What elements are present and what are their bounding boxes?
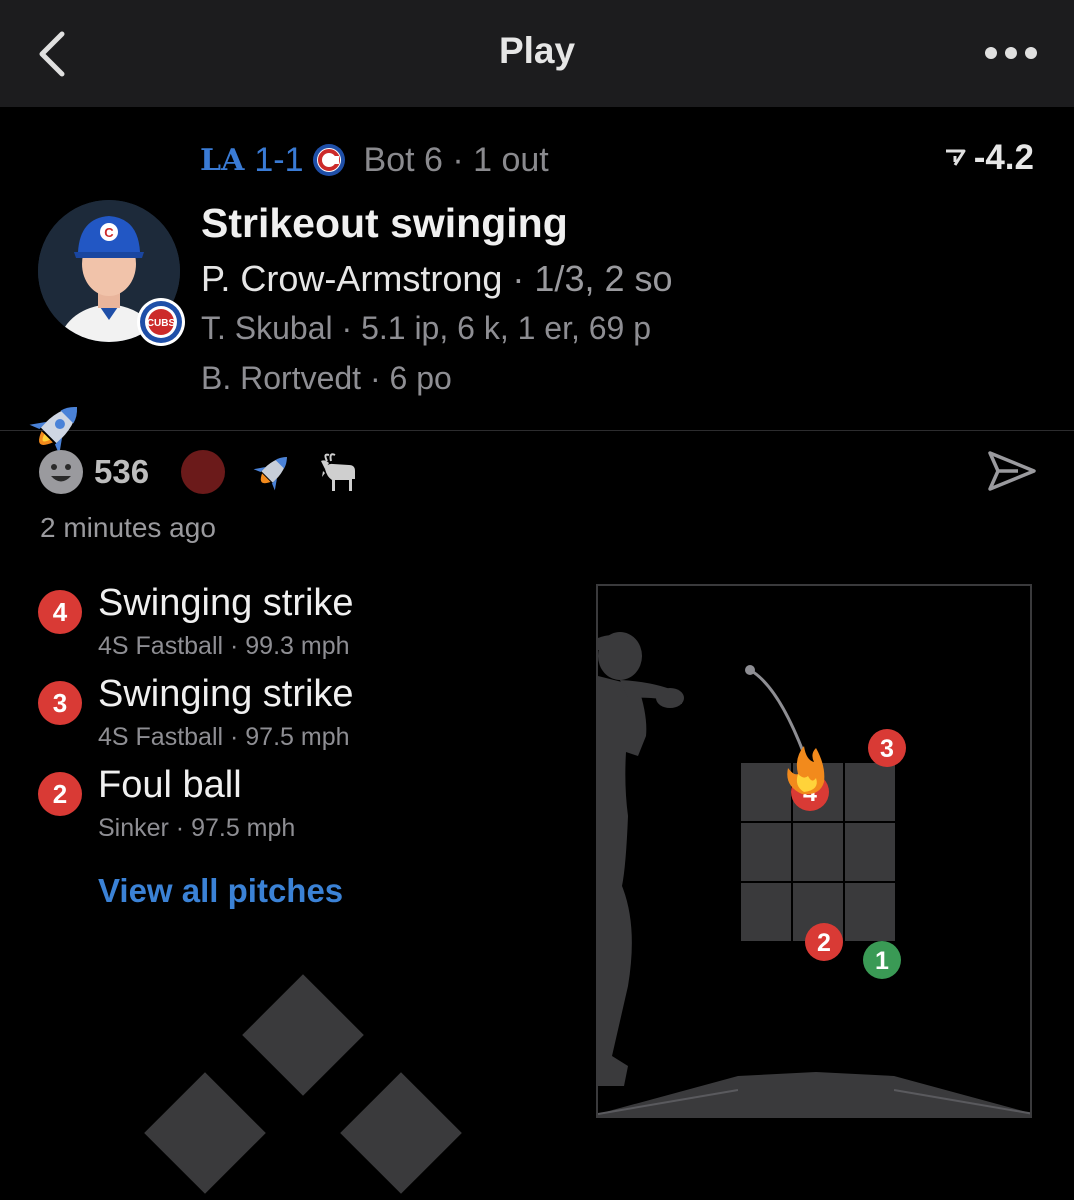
timestamp: 2 minutes ago [40, 512, 216, 543]
smile-icon[interactable] [38, 449, 84, 495]
pitch-detail: 4S Fastball · 97.5 mph [98, 723, 350, 751]
svg-text:CUBS: CUBS [147, 318, 176, 329]
navbar: Play [0, 0, 1074, 107]
zone-pitch-marker[interactable]: 1 [863, 941, 901, 979]
cubs-team-badge: CUBS [137, 298, 185, 346]
strike-zone-panel: 3 4 2 1 [596, 584, 1032, 1118]
page-title: Play [498, 30, 576, 71]
win-probability-delta: -4.2 [944, 138, 1034, 178]
reactions-row: 536 [38, 446, 363, 498]
base-runners-diamond [144, 974, 462, 1194]
game-score: 1-1 [254, 140, 304, 179]
share-icon [988, 451, 1036, 491]
zone-pitch-marker[interactable]: 3 [868, 729, 906, 767]
section-divider [0, 430, 1074, 431]
wpa-arrow-icon [945, 149, 966, 166]
pitch-result: Swinging strike [98, 582, 354, 624]
more-options-button[interactable] [984, 42, 1038, 64]
play-result-title: Strikeout swinging [201, 200, 568, 246]
goat-icon[interactable] [317, 449, 363, 495]
view-all-pitches-link[interactable]: View all pitches [98, 872, 343, 910]
pitch-number-badge: 2 [38, 772, 82, 816]
pitch-number-badge: 3 [38, 681, 82, 725]
batter-silhouette [598, 632, 684, 1086]
batter-name[interactable]: P. Crow-Armstrong [201, 258, 502, 299]
svg-text:1: 1 [875, 947, 889, 975]
svg-text:C: C [104, 225, 114, 240]
pitch-number-badge: 4 [38, 590, 82, 634]
dodgers-logo-icon: LA [200, 142, 245, 178]
pitch-result: Foul ball [98, 764, 242, 806]
pitcher-line[interactable]: T. Skubal · 5.1 ip, 6 k, 1 er, 69 p [201, 310, 651, 347]
rocket-reaction-icon[interactable] [249, 449, 295, 495]
fielder-line[interactable]: B. Rortvedt · 6 po [201, 360, 452, 397]
red-circle-reaction[interactable] [181, 450, 226, 494]
batter-line: P. Crow-Armstrong · 1/3, 2 so [201, 258, 673, 300]
wpa-value: -4.2 [973, 138, 1034, 177]
game-status-row: LA 1-1 Bot 6 · 1 out [200, 138, 549, 182]
pitch-detail: 4S Fastball · 99.3 mph [98, 632, 350, 660]
cubs-logo-icon [312, 144, 345, 176]
svg-text:3: 3 [880, 735, 894, 763]
reaction-count: 536 [94, 453, 150, 490]
third-base [144, 1072, 266, 1194]
pitch-result: Swinging strike [98, 673, 354, 715]
more-dots-icon [985, 47, 1037, 59]
pitch-detail: Sinker · 97.5 mph [98, 814, 296, 842]
first-base [340, 1072, 462, 1194]
share-button[interactable] [988, 450, 1036, 492]
second-base [242, 974, 364, 1096]
fire-icon [787, 746, 825, 795]
zone-pitch-marker[interactable]: 2 [805, 923, 843, 961]
inning-status: Bot 6 · 1 out [363, 140, 549, 179]
batter-stats: · 1/3, 2 so [502, 258, 673, 299]
svg-text:2: 2 [817, 929, 831, 957]
